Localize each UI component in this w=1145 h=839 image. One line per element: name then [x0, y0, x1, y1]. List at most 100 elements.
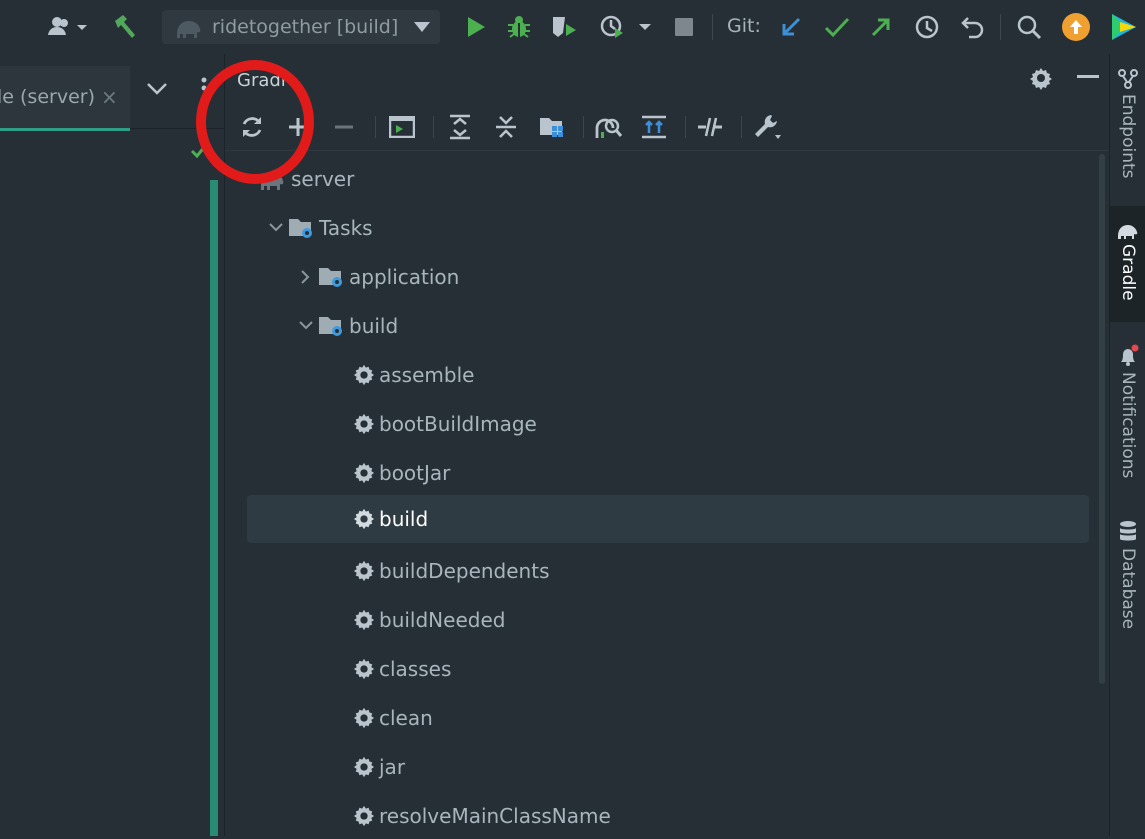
task-label: assemble — [379, 363, 475, 387]
close-icon[interactable]: × — [101, 85, 118, 109]
run-button[interactable] — [462, 11, 490, 43]
git-push-button[interactable] — [866, 11, 896, 43]
build-tool-settings-button[interactable] — [753, 112, 783, 142]
more-tabs-button[interactable] — [200, 76, 208, 100]
folder-modules-icon — [538, 114, 566, 140]
chevron-right-icon[interactable] — [295, 270, 317, 284]
task-label: classes — [379, 657, 452, 681]
task-folder-icon — [317, 265, 345, 289]
chevron-down-icon — [146, 82, 168, 96]
git-update-button[interactable] — [776, 11, 806, 43]
search-button[interactable] — [1014, 11, 1044, 43]
profiler-button[interactable] — [596, 11, 656, 43]
bell-icon — [1116, 344, 1140, 368]
tool-window-endpoints[interactable]: Endpoints — [1110, 68, 1145, 192]
tree-node-label: server — [291, 167, 355, 191]
tree-node-build-group[interactable]: build — [295, 303, 398, 349]
jetbrains-toolbox-button[interactable] — [1106, 11, 1142, 43]
tool-window-gradle[interactable]: Gradle — [1110, 206, 1145, 322]
refresh-icon — [239, 114, 265, 140]
git-label: Git: — [727, 15, 761, 37]
git-commit-icon — [824, 16, 850, 38]
reload-gradle-button[interactable] — [237, 112, 267, 142]
task-label: build — [379, 507, 429, 531]
task-buildneeded[interactable]: buildNeeded — [353, 597, 505, 643]
task-resolvemainclassname[interactable]: resolveMainClassName — [353, 793, 611, 839]
task-assemble[interactable]: assemble — [353, 352, 474, 398]
tabs-dropdown-button[interactable] — [146, 82, 168, 96]
tool-window-notifications[interactable]: Notifications — [1110, 344, 1145, 484]
tree-node-application[interactable]: application — [295, 254, 459, 300]
gear-icon — [1029, 66, 1053, 90]
show-dependencies-button[interactable] — [639, 112, 669, 142]
task-jar[interactable]: jar — [353, 744, 405, 790]
collapse-all-button[interactable] — [491, 112, 521, 142]
tree-node-server[interactable]: server — [237, 156, 354, 202]
history-icon — [914, 14, 940, 40]
plus-icon — [288, 117, 308, 137]
jetbrains-logo — [1110, 12, 1138, 42]
git-commit-button[interactable] — [822, 11, 852, 43]
revert-icon — [960, 14, 986, 40]
offline-icon — [696, 114, 724, 140]
task-classes[interactable]: classes — [353, 646, 451, 692]
analyze-dependencies-button[interactable] — [593, 112, 623, 142]
task-clean[interactable]: clean — [353, 695, 433, 741]
task-builddependents[interactable]: buildDependents — [353, 548, 550, 594]
history-button[interactable] — [912, 11, 942, 43]
tree-node-label: application — [349, 265, 460, 289]
gear-icon — [353, 560, 375, 582]
database-icon — [1118, 520, 1138, 544]
group-modules-button[interactable] — [537, 112, 567, 142]
tool-window-label: Endpoints — [1118, 94, 1138, 179]
tool-window-database[interactable]: Database — [1110, 520, 1145, 640]
chevron-down-icon[interactable] — [237, 174, 259, 184]
editor-tab-bar: le (server) × — [0, 54, 224, 131]
tree-node-label: Tasks — [319, 216, 373, 240]
run-config-selector[interactable]: ridetogether [build] — [162, 10, 440, 44]
task-label: resolveMainClassName — [379, 804, 611, 828]
task-bootjar[interactable]: bootJar — [353, 450, 450, 496]
task-bootbuildimage[interactable]: bootBuildImage — [353, 401, 537, 447]
revert-button[interactable] — [958, 11, 988, 43]
vertical-scrollbar[interactable] — [1099, 154, 1105, 684]
expand-all-icon — [448, 114, 472, 140]
tree-node-tasks[interactable]: Tasks — [265, 205, 373, 251]
chevron-down-icon[interactable] — [295, 321, 317, 331]
profiler-icon — [599, 14, 653, 40]
gradle-settings-button[interactable] — [1029, 66, 1053, 90]
stop-button[interactable] — [670, 11, 698, 43]
search-icon — [1016, 14, 1042, 40]
minimize-button[interactable] — [1077, 75, 1099, 78]
editor-tab-server[interactable]: le (server) × — [0, 66, 130, 131]
toggle-offline-mode-button[interactable] — [695, 112, 725, 142]
link-project-button[interactable] — [283, 112, 313, 142]
debug-button[interactable] — [504, 11, 534, 43]
tool-window-label: Database — [1118, 548, 1138, 630]
elephant-icon — [1116, 220, 1140, 240]
dropdown-icon — [414, 22, 431, 32]
update-button[interactable] — [1060, 11, 1092, 43]
gear-icon — [353, 413, 375, 435]
unlink-project-button[interactable] — [329, 112, 359, 142]
task-build-selected[interactable]: build — [247, 495, 1089, 543]
execute-task-button[interactable] — [387, 112, 417, 142]
update-icon — [1061, 12, 1091, 42]
build-hammer-icon — [111, 13, 139, 41]
task-label: bootBuildImage — [379, 412, 537, 436]
account-icon — [45, 15, 89, 39]
coverage-icon — [550, 14, 578, 40]
analyze-icon — [594, 114, 622, 140]
gear-icon — [353, 364, 375, 386]
coverage-button[interactable] — [548, 11, 580, 43]
gear-icon — [353, 805, 375, 827]
dependencies-icon — [640, 114, 668, 140]
build-button[interactable] — [108, 11, 142, 43]
account-button[interactable] — [42, 11, 92, 43]
gear-icon — [353, 658, 375, 680]
git-push-icon — [869, 15, 893, 39]
toolbar-separator — [741, 116, 742, 138]
chevron-down-icon[interactable] — [265, 223, 287, 233]
expand-all-button[interactable] — [445, 112, 475, 142]
stop-icon — [675, 18, 693, 36]
